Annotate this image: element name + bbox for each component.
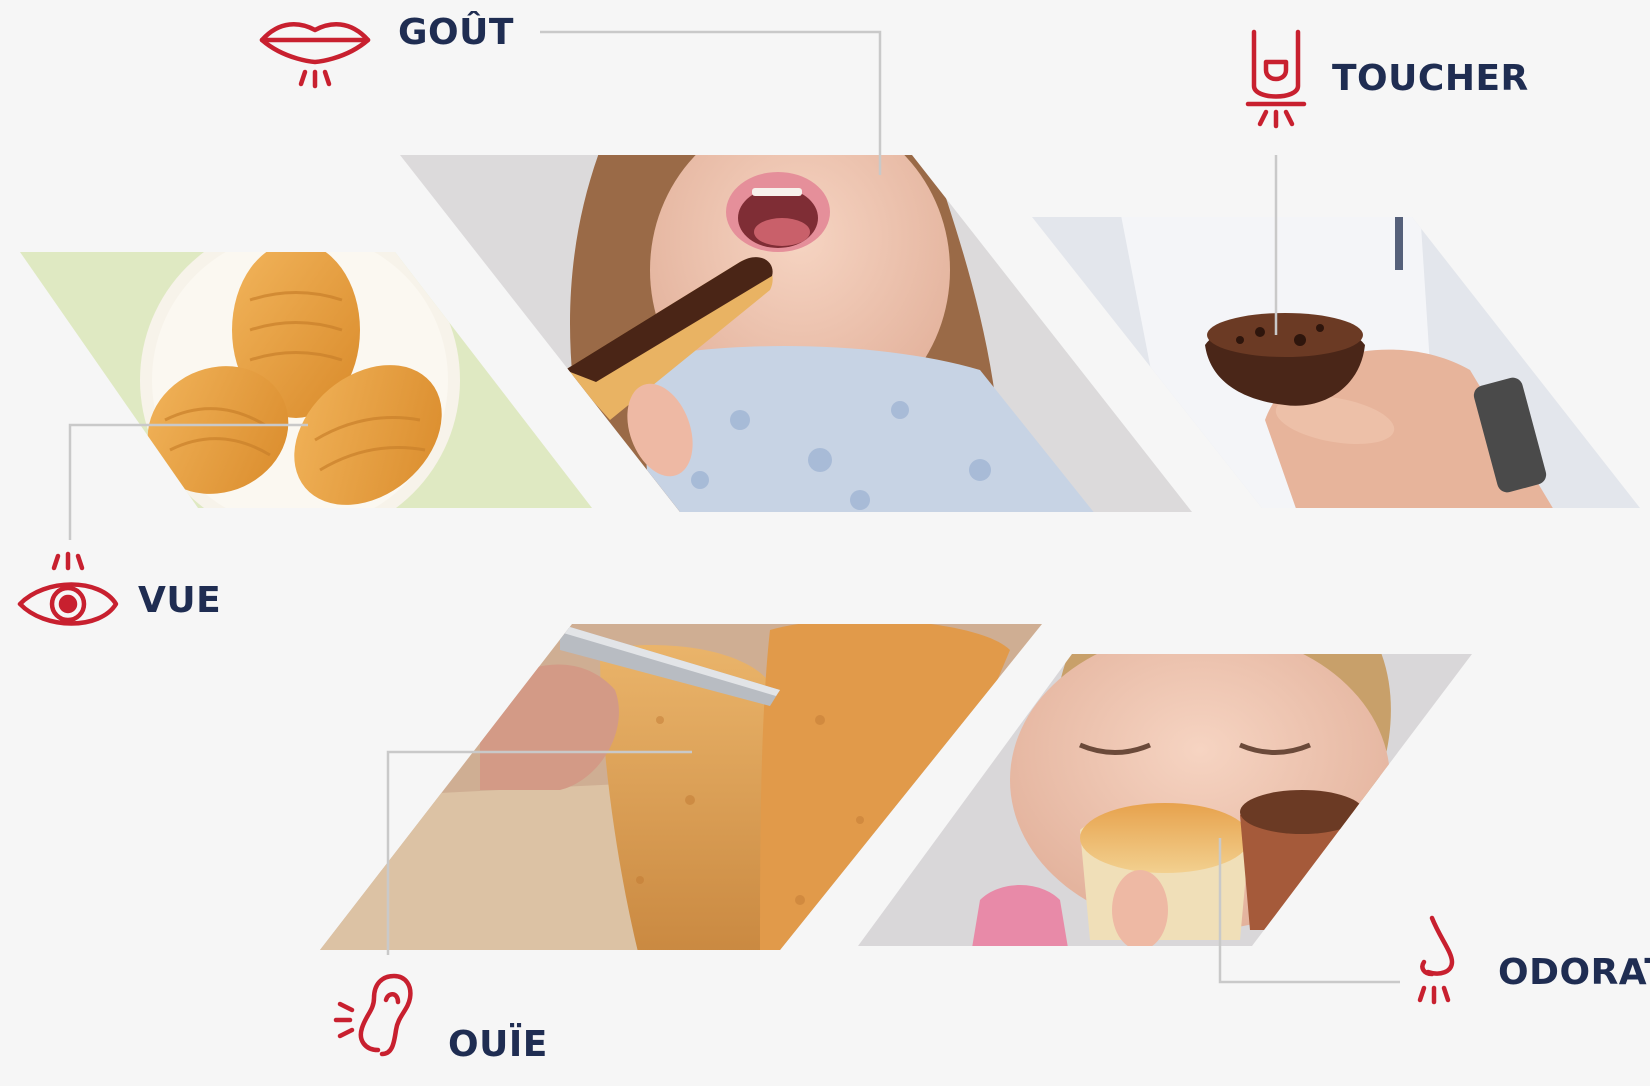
eye-icon (17, 551, 119, 626)
five-senses-illustration: GOÛT TOUCHER VUE OUÏE ODORAT (0, 0, 1650, 1086)
nose-icon (1417, 915, 1455, 1005)
ear-icon (333, 973, 413, 1057)
senses-artwork (17, 22, 1640, 1057)
label-ouie: OUÏE (448, 1024, 548, 1065)
lips-icon (259, 22, 371, 89)
label-odorat: ODORAT (1498, 952, 1650, 993)
label-gout: GOÛT (398, 12, 514, 53)
label-vue: VUE (138, 580, 222, 621)
connector-gout (540, 30, 882, 175)
label-toucher: TOUCHER (1332, 58, 1529, 99)
finger-touch-icon (1245, 29, 1307, 129)
